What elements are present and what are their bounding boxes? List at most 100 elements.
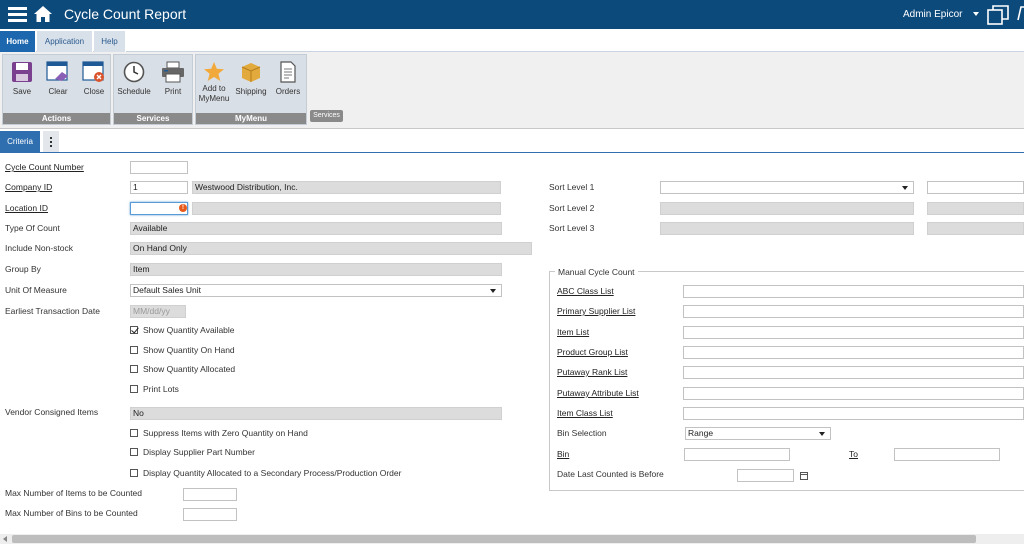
company-name-field: Westwood Distribution, Inc. bbox=[192, 181, 501, 194]
bell-icon[interactable] bbox=[1015, 4, 1024, 24]
date-last-counted-input[interactable] bbox=[737, 469, 794, 482]
user-menu[interactable]: Admin Epicor bbox=[903, 9, 962, 20]
company-id-input[interactable]: 1 bbox=[130, 181, 188, 194]
product-group-list-label[interactable]: Product Group List bbox=[557, 347, 628, 357]
clear-icon bbox=[46, 61, 68, 81]
bin-selection-select[interactable]: Range bbox=[685, 427, 831, 440]
max-bins-label: Max Number of Bins to be Counted bbox=[5, 508, 138, 518]
vendor-consigned-items-field[interactable]: No bbox=[130, 407, 502, 420]
clock-icon bbox=[123, 61, 145, 83]
unit-of-measure-label: Unit Of Measure bbox=[5, 285, 67, 295]
suppress-zero-qty-checkbox[interactable] bbox=[130, 429, 138, 437]
earliest-transaction-date-label: Earliest Transaction Date bbox=[5, 306, 100, 316]
bin-label[interactable]: Bin bbox=[557, 449, 569, 459]
putaway-rank-list-input[interactable] bbox=[683, 366, 1024, 379]
show-quantity-available-checkbox[interactable] bbox=[130, 326, 138, 334]
app-title: Cycle Count Report bbox=[64, 6, 187, 22]
group-by-label: Group By bbox=[5, 264, 41, 274]
show-quantity-on-hand-checkbox[interactable] bbox=[130, 346, 138, 354]
schedule-button[interactable]: Schedule bbox=[117, 61, 151, 109]
cycle-count-number-label[interactable]: Cycle Count Number bbox=[5, 162, 84, 172]
abc-class-list-input[interactable] bbox=[683, 285, 1024, 298]
show-quantity-on-hand-label: Show Quantity On Hand bbox=[143, 345, 235, 355]
max-items-label: Max Number of Items to be Counted bbox=[5, 488, 143, 498]
close-button[interactable]: Close bbox=[77, 61, 111, 109]
earliest-transaction-date-input[interactable]: MM/dd/yy bbox=[130, 305, 186, 318]
user-menu-caret-icon[interactable] bbox=[973, 12, 979, 16]
location-id-label[interactable]: Location ID bbox=[5, 203, 48, 213]
company-id-label[interactable]: Company ID bbox=[5, 182, 52, 192]
sort-level-1-select[interactable] bbox=[660, 181, 914, 194]
sort-level-2-select[interactable] bbox=[660, 202, 914, 215]
scroll-left-icon[interactable] bbox=[3, 536, 7, 542]
type-of-count-field[interactable]: Available bbox=[130, 222, 502, 235]
horizontal-scrollbar[interactable] bbox=[0, 534, 1024, 544]
sort-level-1-label: Sort Level 1 bbox=[549, 182, 595, 192]
location-name-field bbox=[192, 202, 501, 215]
group-by-field[interactable]: Item bbox=[130, 263, 502, 276]
more-options-icon[interactable] bbox=[43, 131, 59, 152]
star-icon bbox=[204, 62, 224, 81]
save-icon bbox=[12, 62, 32, 82]
ribbon-group-label-actions: Actions bbox=[3, 113, 110, 124]
abc-class-list-label[interactable]: ABC Class List bbox=[557, 286, 614, 296]
bin-from-input[interactable] bbox=[684, 448, 790, 461]
save-button[interactable]: Save bbox=[5, 61, 39, 109]
putaway-rank-list-label[interactable]: Putaway Rank List bbox=[557, 367, 627, 377]
show-quantity-allocated-label: Show Quantity Allocated bbox=[143, 364, 236, 374]
max-items-input[interactable] bbox=[183, 488, 237, 501]
shipping-button[interactable]: Shipping bbox=[234, 61, 268, 109]
sort-level-2-direction[interactable] bbox=[927, 202, 1024, 215]
date-last-counted-label: Date Last Counted is Before bbox=[557, 469, 664, 479]
ribbon-group-label-services: Services bbox=[114, 113, 192, 124]
primary-supplier-list-label[interactable]: Primary Supplier List bbox=[557, 306, 635, 316]
print-lots-checkbox[interactable] bbox=[130, 385, 138, 393]
cycle-count-number-input[interactable] bbox=[130, 161, 188, 174]
primary-supplier-list-input[interactable] bbox=[683, 305, 1024, 318]
windows-icon[interactable] bbox=[987, 4, 1011, 26]
bin-selection-label: Bin Selection bbox=[557, 428, 607, 438]
include-non-stock-label: Include Non-stock bbox=[5, 243, 74, 253]
clear-button[interactable]: Clear bbox=[41, 61, 75, 109]
sort-level-3-label: Sort Level 3 bbox=[549, 223, 595, 233]
sort-level-1-direction[interactable] bbox=[927, 181, 1024, 194]
services-tag[interactable]: Services bbox=[310, 110, 343, 122]
include-non-stock-field[interactable]: On Hand Only bbox=[130, 242, 532, 255]
to-label[interactable]: To bbox=[849, 449, 858, 459]
unit-of-measure-select[interactable]: Default Sales Unit bbox=[130, 284, 502, 297]
tab-application[interactable]: Application bbox=[37, 31, 93, 52]
package-icon bbox=[241, 63, 261, 82]
item-class-list-label[interactable]: Item Class List bbox=[557, 408, 613, 418]
show-quantity-allocated-checkbox[interactable] bbox=[130, 365, 138, 373]
item-list-label[interactable]: Item List bbox=[557, 327, 589, 337]
display-qty-allocated-secondary-checkbox[interactable] bbox=[130, 469, 138, 477]
sort-level-3-direction[interactable] bbox=[927, 222, 1024, 235]
scrollbar-thumb[interactable] bbox=[12, 535, 976, 543]
print-button[interactable]: Print bbox=[156, 61, 190, 109]
bin-selection-value: Range bbox=[688, 428, 714, 438]
warning-icon: ! bbox=[179, 204, 187, 212]
item-class-list-input[interactable] bbox=[683, 407, 1024, 420]
document-icon bbox=[280, 61, 296, 83]
display-supplier-part-checkbox[interactable] bbox=[130, 448, 138, 456]
chevron-down-icon bbox=[902, 186, 908, 190]
product-group-list-input[interactable] bbox=[683, 346, 1024, 359]
show-quantity-available-label: Show Quantity Available bbox=[143, 325, 235, 335]
putaway-attribute-list-input[interactable] bbox=[683, 387, 1024, 400]
calendar-icon[interactable] bbox=[800, 472, 808, 480]
add-to-mymenu-button[interactable]: Add to MyMenu bbox=[197, 61, 231, 109]
tab-help[interactable]: Help bbox=[94, 31, 126, 52]
bin-to-input[interactable] bbox=[894, 448, 1000, 461]
hamburger-menu-icon[interactable] bbox=[8, 6, 27, 22]
sort-level-2-label: Sort Level 2 bbox=[549, 203, 595, 213]
putaway-attribute-list-label[interactable]: Putaway Attribute List bbox=[557, 388, 639, 398]
home-icon[interactable] bbox=[33, 5, 53, 23]
item-list-input[interactable] bbox=[683, 326, 1024, 339]
sort-level-3-select[interactable] bbox=[660, 222, 914, 235]
max-bins-input[interactable] bbox=[183, 508, 237, 521]
tab-home[interactable]: Home bbox=[0, 31, 36, 52]
unit-of-measure-value: Default Sales Unit bbox=[133, 285, 202, 295]
tab-criteria[interactable]: Criteria bbox=[0, 131, 40, 152]
close-icon bbox=[82, 61, 104, 82]
orders-button[interactable]: Orders bbox=[271, 61, 305, 109]
